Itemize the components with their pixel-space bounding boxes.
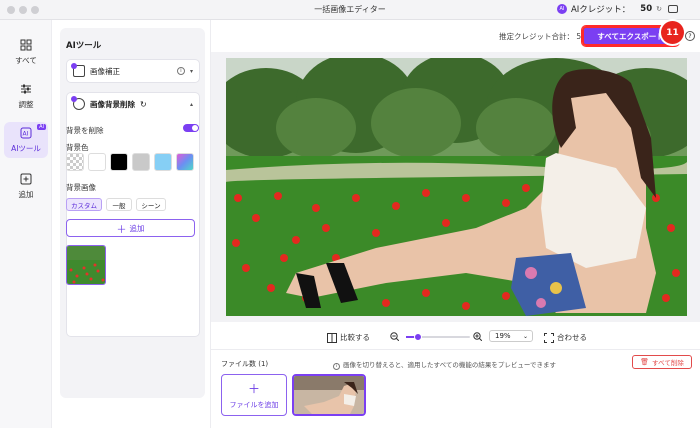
- black-swatch[interactable]: [110, 153, 128, 171]
- file-thumbnail[interactable]: [292, 374, 366, 416]
- step-number-badge: 11: [661, 21, 684, 44]
- reset-icon[interactable]: ↻: [140, 100, 147, 109]
- refresh-icon[interactable]: ↻: [656, 5, 662, 13]
- tab-scene[interactable]: シーン: [136, 198, 166, 211]
- rail-item-label: 調整: [18, 99, 34, 109]
- remove-bg-label: 背景を削除: [66, 126, 104, 135]
- remove-bg-toggle[interactable]: [183, 124, 199, 132]
- file-count: ファイル数 (1): [221, 360, 269, 368]
- info-icon[interactable]: i: [176, 67, 185, 75]
- enhance-card[interactable]: 画像補正 i ▾: [66, 59, 200, 83]
- rail-item-label: 追加: [18, 189, 34, 199]
- blue-swatch[interactable]: [154, 153, 172, 171]
- ai-credits-value: 50: [640, 4, 653, 14]
- zoom-level-select[interactable]: 19% ⌄: [489, 330, 533, 342]
- preview-image[interactable]: [226, 58, 687, 316]
- preview-hint-text: 画像を切り替えると、適用したすべての機能の結果をプレビューできます: [343, 361, 556, 369]
- chevron-up-icon[interactable]: ▴: [190, 101, 193, 108]
- enhance-icon: [71, 63, 85, 77]
- tab-custom[interactable]: カスタム: [66, 198, 102, 211]
- tool-rail: すべて 調整 AI AI AIツール 追加: [0, 20, 52, 428]
- add-bg-image-button[interactable]: ＋ 追加: [66, 219, 195, 237]
- fit-label: 合わせる: [557, 333, 587, 342]
- file-strip: ファイル数 (1) i 画像を切り替えると、適用したすべての機能の結果をプレビュー…: [210, 350, 700, 428]
- transparent-swatch[interactable]: [66, 153, 84, 171]
- ai-credits[interactable]: AI AIクレジット： 50 ↻: [556, 3, 678, 15]
- trash-icon: 🗑: [640, 358, 650, 366]
- rail-item-all[interactable]: すべて: [4, 34, 48, 70]
- tab-general[interactable]: 一般: [106, 198, 132, 211]
- rail-item-label: すべて: [15, 55, 37, 65]
- title-bar: 一括画像エディター AI AIクレジット： 50 ↻: [0, 0, 700, 20]
- preview-canvas: [210, 52, 700, 322]
- sliders-icon: [21, 84, 31, 93]
- ai-tools-icon: AI: [20, 127, 32, 138]
- meadow-thumbnail-image: [67, 246, 105, 284]
- bg-image-thumbnail[interactable]: [66, 245, 106, 285]
- rail-item-add[interactable]: 追加: [4, 168, 48, 204]
- svg-text:AI: AI: [23, 130, 29, 137]
- gradient-swatch[interactable]: [176, 153, 194, 171]
- cart-icon[interactable]: [668, 5, 678, 13]
- zoom-out-icon[interactable]: [390, 332, 399, 341]
- bg-remove-label: 画像背景削除: [90, 99, 135, 109]
- chevron-down-icon[interactable]: ▾: [190, 68, 193, 75]
- ai-badge: AI: [37, 124, 46, 130]
- add-file-button[interactable]: ＋ ファイルを追加: [221, 374, 287, 416]
- panel-title: AIツール: [66, 41, 102, 51]
- info-icon: i: [333, 363, 340, 370]
- rail-item-label: AIツール: [11, 143, 41, 153]
- plus-icon: ＋: [116, 224, 127, 236]
- ai-credits-label: AIクレジット：: [570, 5, 631, 15]
- delete-all-button[interactable]: 🗑 すべて削除: [632, 355, 692, 369]
- delete-all-label: すべて削除: [652, 359, 684, 367]
- edited-photo-image: [226, 58, 687, 316]
- preview-hint: i 画像を切り替えると、適用したすべての機能の結果をプレビューできます: [333, 359, 556, 370]
- fit-icon: [544, 332, 554, 343]
- ai-tools-panel: AIツール 画像補正 i ▾ 画像背景削除 ↻ ▴ 背景を削除 背景色 背景画像: [60, 28, 205, 398]
- gray-swatch[interactable]: [132, 153, 150, 171]
- compare-button[interactable]: 比較する: [327, 332, 370, 343]
- compare-label: 比較する: [340, 333, 370, 342]
- add-file-label: ファイルを追加: [229, 401, 279, 409]
- grid-icon: [20, 39, 32, 50]
- compare-icon: [327, 332, 337, 343]
- bg-color-label: 背景色: [66, 143, 89, 152]
- rail-item-adjust[interactable]: 調整: [4, 78, 48, 114]
- zoom-in-icon[interactable]: [473, 332, 482, 341]
- zoom-slider-handle[interactable]: [414, 333, 422, 341]
- bg-image-label: 背景画像: [66, 183, 96, 192]
- estimated-credits: 推定クレジット合計： 5: [499, 31, 581, 42]
- zoom-level-value: 19%: [495, 332, 511, 340]
- bg-remove-header[interactable]: 画像背景削除 ↻ ▴: [67, 93, 199, 115]
- chevron-down-icon: ⌄: [522, 332, 528, 340]
- estimated-credits-value: 5: [576, 32, 582, 41]
- plus-icon: ＋: [247, 382, 260, 396]
- rail-item-ai-tools[interactable]: AI AI AIツール: [4, 122, 48, 158]
- zoom-slider[interactable]: [406, 333, 470, 341]
- help-icon[interactable]: ?: [685, 31, 695, 41]
- enhance-label: 画像補正: [90, 66, 120, 76]
- export-toolbar: 推定クレジット合計： 5 すべてエクスポート 11 ?: [210, 20, 700, 52]
- file-thumbnail-image: [294, 376, 364, 414]
- estimated-credits-label: 推定クレジット合計：: [499, 32, 574, 41]
- bg-remove-icon: [71, 96, 85, 110]
- ai-credit-icon: AI: [556, 4, 567, 14]
- add-bg-image-label: 追加: [129, 223, 145, 233]
- plus-square-icon: [20, 173, 32, 184]
- fit-button[interactable]: 合わせる: [544, 332, 587, 343]
- view-controls: 比較する 19% ⌄ 合わせる: [210, 322, 700, 350]
- white-swatch[interactable]: [88, 153, 106, 171]
